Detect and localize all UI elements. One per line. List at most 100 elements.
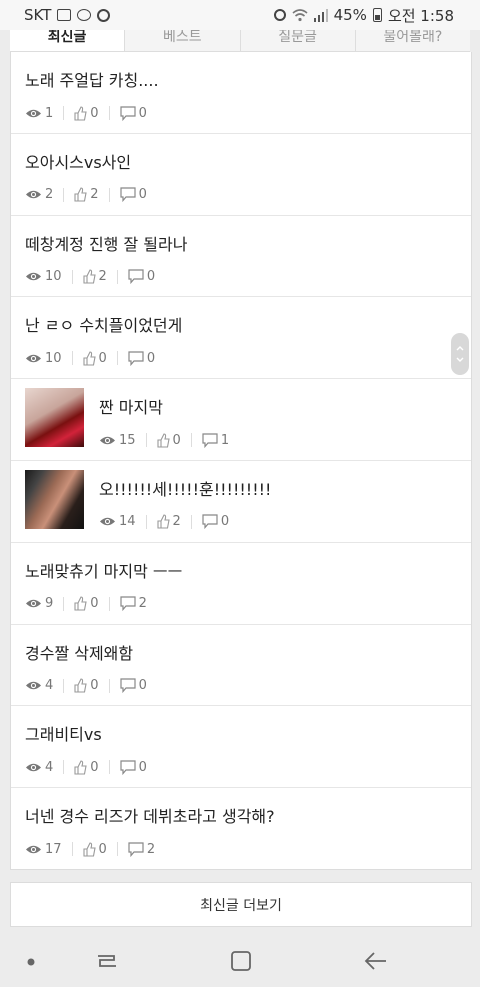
like-count-value: 2 (172, 514, 181, 530)
divider (190, 514, 192, 529)
view-count-value: 9 (45, 596, 54, 612)
thumbs-up-icon (156, 514, 170, 530)
like-count: 0 (156, 433, 181, 448)
divider (63, 187, 65, 202)
eye-icon (26, 191, 41, 199)
like-count: 0 (74, 759, 99, 775)
thumbs-up-icon (74, 678, 87, 693)
like-count-value: 0 (98, 841, 107, 857)
post-title[interactable]: 노래 주얼답 카칭.... (25, 69, 471, 93)
post-thumbnail[interactable] (25, 469, 84, 529)
comment-count-value: 2 (138, 596, 147, 612)
list-item[interactable]: 오아시스vs사인 2 2 0 (11, 134, 471, 216)
thumbs-up-icon (82, 269, 96, 284)
list-item[interactable]: 오!!!!!!세!!!!!훈!!!!!!!!! 14 2 0 (11, 461, 471, 543)
clock: 오전 1:58 (387, 6, 454, 25)
comment-count-value: 0 (220, 514, 230, 530)
like-count: 0 (74, 678, 99, 693)
view-count: 10 (25, 351, 62, 366)
comment-count: 1 (202, 433, 229, 448)
post-title[interactable]: 경수짤 삭제왜함 (25, 642, 471, 666)
post-title[interactable]: 난 ㄹㅇ 수치플이었던게 (25, 314, 471, 338)
list-item[interactable]: 노래 주얼답 카칭.... 1 0 0 (11, 52, 471, 134)
speech-bubble-icon (128, 351, 144, 366)
divider (71, 351, 73, 366)
divider (108, 106, 110, 120)
view-count-value: 10 (45, 269, 62, 285)
chevron-up-icon (456, 346, 464, 351)
post-title[interactable]: 오아시스vs사인 (25, 151, 471, 175)
list-item[interactable]: 경수짤 삭제왜함 4 0 0 (11, 625, 471, 707)
thumbs-up-icon (82, 351, 96, 366)
chevron-down-icon (456, 357, 464, 362)
divider (63, 678, 65, 693)
fast-scroll-handle[interactable] (451, 333, 469, 375)
divider (63, 596, 65, 611)
like-count-value: 0 (90, 759, 99, 775)
post-meta: 4 0 0 (25, 678, 471, 694)
comment-count-value: 0 (146, 269, 156, 285)
post-title[interactable]: 너넨 경수 리즈가 데뷔초라고 생각해? (25, 805, 471, 829)
comment-count-value: 0 (138, 187, 147, 203)
eye-icon (100, 436, 115, 444)
post-meta: 10 2 0 (25, 269, 471, 285)
speech-bubble-icon (119, 105, 136, 121)
divider (116, 269, 118, 284)
like-count: 0 (82, 841, 107, 857)
list-item[interactable]: 짠 마지막 15 0 1 (11, 379, 471, 461)
divider (108, 187, 110, 202)
wifi-icon (292, 8, 308, 21)
signal-icon (313, 8, 328, 22)
view-count-value: 10 (45, 350, 62, 366)
post-meta: 1 0 0 (25, 105, 471, 121)
divider (116, 842, 118, 857)
divider (71, 842, 73, 857)
eye-icon (26, 272, 41, 281)
comment-count: 0 (119, 105, 147, 121)
post-list: 노래 주얼답 카칭.... 1 0 0 오아시스vs사인 2 2 0 떼창계정 진행 잘 될라나… (10, 52, 472, 870)
post-thumbnail[interactable] (25, 388, 84, 448)
post-title[interactable]: 짠 마지막 (99, 396, 471, 420)
post-title[interactable]: 노래맞츄기 마지막 ㅡㅡ (25, 560, 471, 584)
comment-count: 2 (119, 596, 147, 612)
list-item[interactable]: 노래맞츄기 마지막 ㅡㅡ 9 0 2 (11, 543, 471, 625)
like-count-value: 0 (90, 105, 99, 121)
view-count: 1 (25, 106, 53, 121)
thumbs-up-icon (74, 596, 87, 611)
comment-count: 0 (119, 678, 147, 694)
speech-bubble-icon (119, 678, 136, 694)
speech-bubble-icon (119, 187, 136, 203)
post-meta: 14 2 0 (99, 514, 471, 530)
eye-icon (100, 518, 115, 526)
view-count: 4 (25, 760, 53, 775)
view-count: 15 (99, 433, 136, 448)
post-meta: 4 0 0 (25, 759, 471, 775)
thumbs-up-icon (156, 433, 170, 448)
comment-count: 0 (128, 351, 155, 366)
load-more-button[interactable]: 최신글 더보기 (10, 882, 472, 927)
divider (71, 269, 73, 284)
divider (116, 351, 118, 366)
dot-icon[interactable] (27, 958, 35, 966)
like-count-value: 2 (98, 269, 107, 285)
view-count: 2 (25, 187, 53, 202)
back-arrow-icon[interactable] (364, 950, 388, 972)
list-item[interactable]: 그래비티vs 4 0 0 (11, 706, 471, 789)
home-icon[interactable] (230, 950, 252, 972)
post-meta: 9 0 2 (25, 596, 471, 612)
post-title[interactable]: 오!!!!!!세!!!!!훈!!!!!!!!! (99, 478, 471, 502)
thumbs-up-icon (74, 105, 87, 121)
list-item[interactable]: 너넨 경수 리즈가 데뷔초라고 생각해? 17 0 2 (11, 788, 471, 870)
like-count: 0 (74, 596, 99, 611)
post-title[interactable]: 그래비티vs (25, 723, 471, 747)
comment-count-value: 2 (146, 841, 156, 857)
thumbs-up-icon (74, 760, 87, 775)
battery-percent: 45% (333, 6, 367, 24)
eye-icon (26, 109, 41, 117)
like-count: 0 (82, 351, 107, 366)
list-item[interactable]: 떼창계정 진행 잘 될라나 10 2 0 (11, 216, 471, 298)
eye-icon (26, 600, 41, 608)
post-title[interactable]: 떼창계정 진행 잘 될라나 (25, 233, 471, 257)
recent-apps-icon[interactable] (96, 950, 118, 972)
list-item[interactable]: 난 ㄹㅇ 수치플이었던게 10 0 0 (11, 297, 471, 380)
